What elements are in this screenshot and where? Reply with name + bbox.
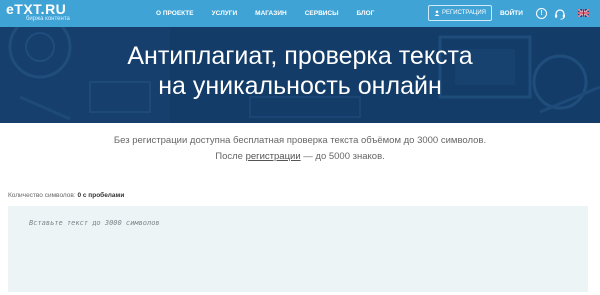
page-title-line1: Антиплагиат, проверка текста [127,42,473,70]
char-counter: Количество символов: 0 с пробелами [8,192,124,199]
page-title-line2: на уникальность онлайн [158,72,442,100]
nav-item-services[interactable]: УСЛУГИ [212,10,238,20]
char-counter-value: 0 с пробелами [77,192,125,199]
main-menu: О ПРОЕКТЕ УСЛУГИ МАГАЗИН СЕРВИСЫ БЛОГ [156,10,392,20]
logo-text: eTXT.RU [6,1,66,17]
uk-flag-icon[interactable] [578,9,589,17]
nav-item-shop[interactable]: МАГАЗИН [255,10,287,20]
hero-banner: Антиплагиат, проверка текста на уникальн… [0,27,600,123]
info-free-limit: Без регистрации доступна бесплатная пров… [113,135,487,146]
text-input-placeholder: Вставьте текст до 3000 символов [29,219,160,227]
register-button[interactable]: РЕГИСТРАЦИЯ [428,5,492,21]
exclamation-circle-icon[interactable]: ! [536,8,547,19]
char-counter-label: Количество символов: [8,192,76,199]
logo-tagline: биржа контента [26,16,70,22]
nav-item-blog[interactable]: БЛОГ [357,10,375,20]
page: eTXT.RU биржа контента О ПРОЕКТЕ УСЛУГИ … [0,0,600,295]
register-label: РЕГИСТРАЦИЯ [441,10,487,16]
logo[interactable]: eTXT.RU биржа контента [6,1,96,24]
nav-item-tools[interactable]: СЕРВИСЫ [305,10,339,20]
registration-link[interactable]: регистрации [246,151,301,162]
info-registered-limit: После регистрации — до 5000 знаков. [0,151,600,162]
nav-item-about[interactable]: О ПРОЕКТЕ [156,10,194,20]
user-icon [434,10,440,16]
page-title: Антиплагиат, проверка текста на уникальн… [0,41,600,101]
login-link[interactable]: ВОЙТИ [500,10,523,17]
info-text-before: После [215,151,246,162]
top-navbar: eTXT.RU биржа контента О ПРОЕКТЕ УСЛУГИ … [0,0,600,27]
headset-icon[interactable] [554,8,566,20]
logo-domain: TXT.RU [14,1,67,17]
info-text-after: — до 5000 знаков. [300,151,385,162]
